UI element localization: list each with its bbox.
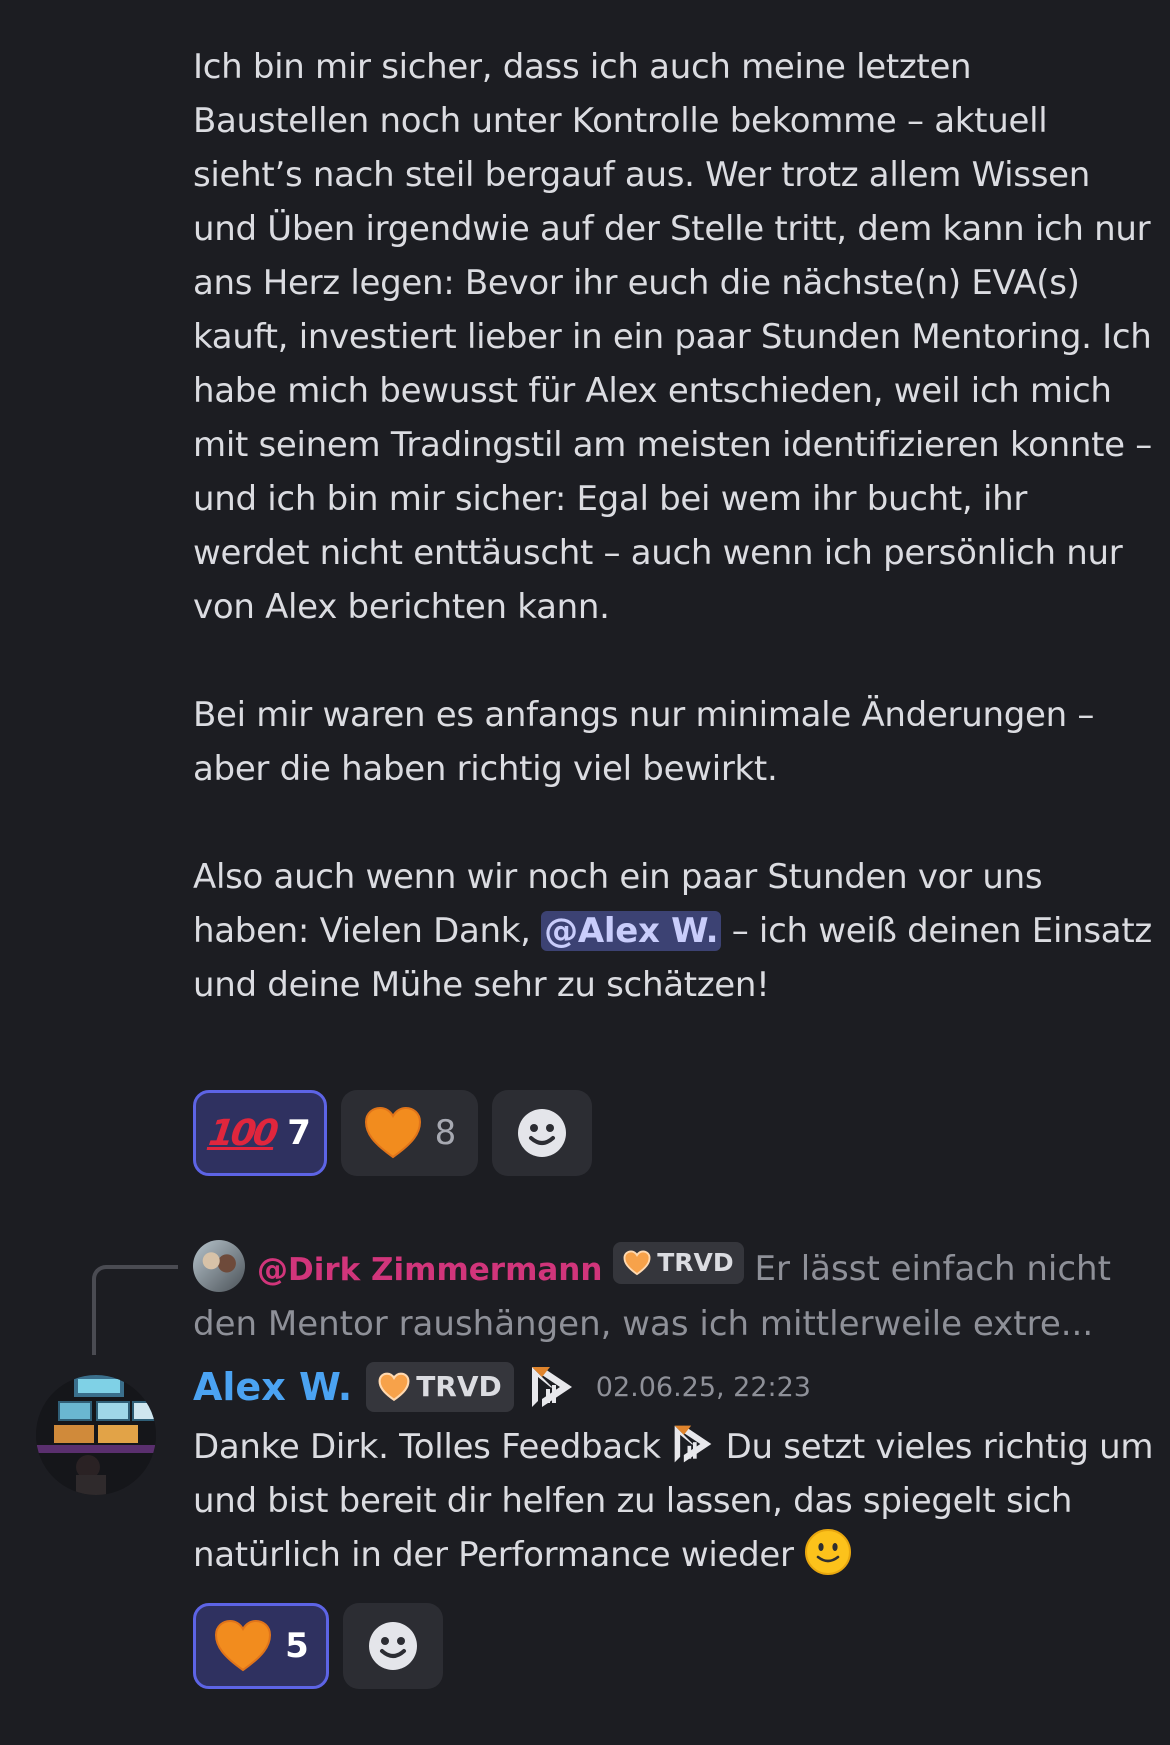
orange-heart-icon [378,1372,410,1402]
user-mention[interactable]: @Alex W. [541,911,722,951]
orange-heart-icon [364,1106,421,1159]
orange-heart-icon [623,1250,651,1276]
trvd-logo-icon [531,1367,572,1407]
hundred-points-icon: 100 [206,1112,279,1154]
avatar [193,1240,245,1292]
text-segment: Danke Dirk. Tolles Feedback [193,1427,672,1467]
reaction-orange-heart[interactable]: 8 [341,1090,478,1176]
trvd-logo-icon [674,1425,712,1463]
message-1: Ich bin mir sicher, dass ich auch meine … [193,40,1153,1012]
reply-author-name[interactable]: @Dirk Zimmermann [257,1252,602,1288]
reaction-bar: 5 [193,1603,443,1689]
message-paragraph: Ich bin mir sicher, dass ich auch meine … [193,47,1152,627]
add-reaction-icon [369,1622,417,1670]
guild-tag[interactable]: TRVD [366,1362,514,1412]
add-reaction-button[interactable] [492,1090,592,1176]
reply-connector-line [92,1265,178,1355]
tag-label: TRVD [416,1370,502,1403]
orange-heart-icon [215,1619,272,1672]
message-2-body: Danke Dirk. Tolles Feedback Du setzt vie… [193,1420,1158,1582]
reply-preview[interactable]: @Dirk Zimmermann TRVD Er lässt einfach n… [193,1240,1153,1351]
reaction-hundred[interactable]: 100 7 [193,1090,327,1176]
slightly-smiling-face-icon [805,1529,852,1575]
guild-tag[interactable]: TRVD [613,1242,744,1284]
author-name[interactable]: Alex W. [193,1365,352,1409]
tag-label: TRVD [657,1248,734,1277]
reaction-count: 5 [285,1626,309,1666]
avatar[interactable] [36,1375,156,1495]
avatar-image [36,1375,156,1495]
reaction-orange-heart[interactable]: 5 [193,1603,329,1689]
reaction-count: 8 [434,1113,457,1153]
message-paragraph: Bei mir waren es anfangs nur minimale Än… [193,695,1095,789]
message-header: Alex W. TRVD 02.06.25, 22:23 [193,1362,811,1412]
message-timestamp: 02.06.25, 22:23 [595,1371,811,1403]
reaction-bar: 100 7 8 [193,1090,592,1176]
add-reaction-button[interactable] [343,1603,443,1689]
reaction-count: 7 [287,1113,311,1153]
message-paragraph: Also auch wenn wir noch ein paar Stunden… [193,850,1153,1012]
add-reaction-icon [518,1109,566,1157]
